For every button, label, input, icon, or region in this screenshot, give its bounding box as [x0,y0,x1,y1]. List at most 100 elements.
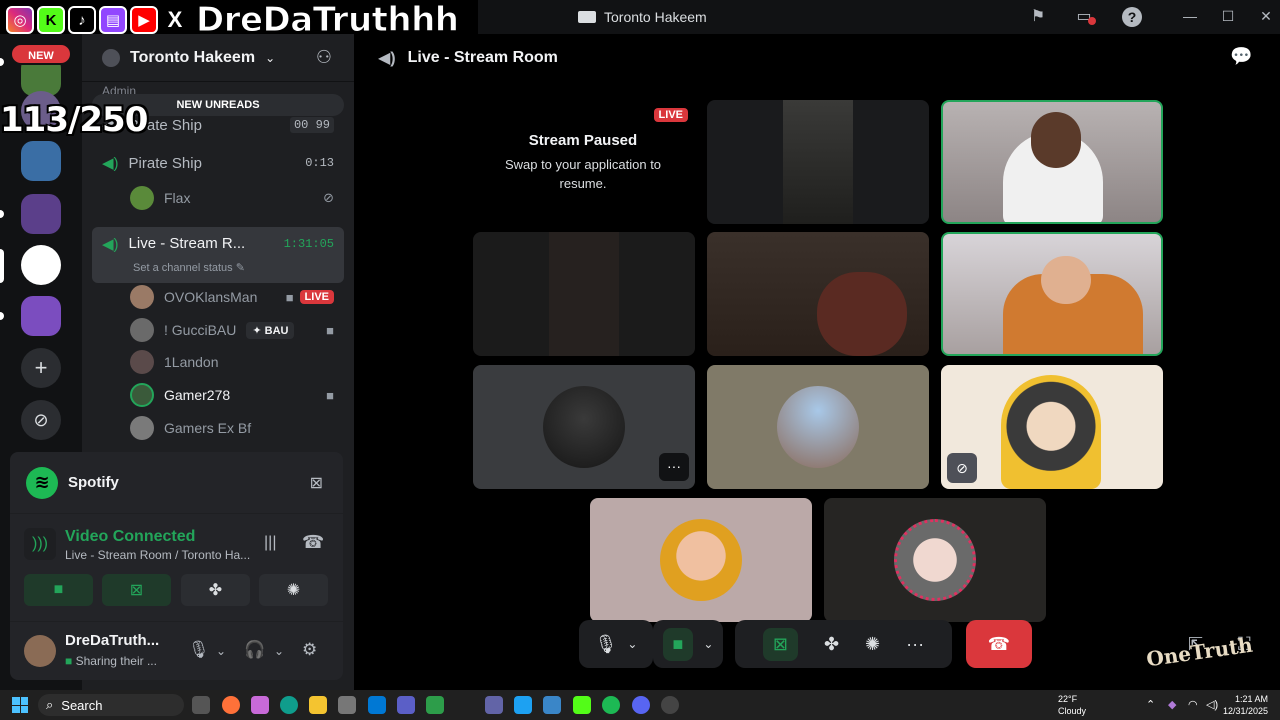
server-icon[interactable] [21,194,61,234]
video-tile[interactable] [941,100,1163,224]
teams-icon[interactable] [397,696,415,714]
app-icon[interactable] [338,696,356,714]
youtube-icon: ▶ [130,6,158,34]
activities-icon[interactable]: ✤ [824,634,839,655]
avatar-tile[interactable]: ··· [473,365,695,489]
add-server-icon[interactable]: + [21,348,61,388]
new-servers-pill[interactable]: NEW [10,43,72,65]
video-tile[interactable] [707,232,929,356]
server-icon[interactable] [21,141,61,181]
avatar [130,350,154,374]
channel-timer: 1:31:05 [283,237,334,251]
video-tile[interactable] [707,100,929,224]
copilot-icon[interactable] [251,696,269,714]
system-clock[interactable]: 1:21 AM 12/31/2025 [1223,693,1268,717]
voice-channel-live-stream-room[interactable]: ◀) Live - Stream R... 1:31:05 Set a chan… [92,227,344,283]
stream-paused-tile[interactable]: LIVE Stream Paused Swap to your applicat… [472,100,694,224]
wifi-icon[interactable]: ◠ [1188,698,1198,711]
member-gamer278[interactable]: Gamer278 ■ [130,380,344,410]
camera-button[interactable]: ■ [24,574,93,606]
headphones-icon[interactable]: 🎧 [244,640,265,660]
avatar-tile[interactable] [590,498,812,622]
start-icon[interactable] [12,697,28,713]
twitch-tray-icon[interactable]: ◆ [1168,698,1176,711]
activities-button[interactable]: ✤ [181,574,250,606]
tag-badge: ✦ BAU [246,321,295,339]
soundboard-icon[interactable]: ✺ [865,634,880,655]
minimize-button[interactable]: — [1178,6,1202,26]
flag-icon[interactable]: ⚑ [1028,7,1048,27]
screen-share-icon: ⊠ [129,582,144,599]
spotify-icon[interactable] [602,696,620,714]
outlook-icon[interactable] [368,696,386,714]
taskbar-search[interactable]: ⌕ Search [38,694,184,716]
avatar [130,186,154,210]
camera-icon: ■ [662,627,694,661]
video-tile[interactable] [941,232,1163,356]
more-options-button[interactable]: ··· [659,453,689,481]
weather-widget[interactable]: 22°F Cloudy [1058,693,1086,717]
video-feed [817,272,907,356]
avatar-tile[interactable] [824,498,1046,622]
microphone-icon[interactable]: 🎙 [188,640,210,660]
inbox-icon[interactable]: ▭ [1074,7,1096,27]
more-icon[interactable]: ··· [906,634,924,655]
screen-share-icon[interactable]: ⊠ [762,627,798,661]
task-view-icon[interactable] [192,696,210,714]
chevron-down-icon[interactable]: ⌄ [216,644,226,658]
disconnect-icon[interactable]: ☎ [302,532,324,553]
mic-control[interactable]: 🎙 ⌄ [579,620,653,668]
user-avatar[interactable] [24,635,56,667]
video-tile[interactable] [473,232,695,356]
app-icon[interactable] [485,696,503,714]
app-icon[interactable] [514,696,532,714]
avatar-tile[interactable] [707,365,929,489]
user-name[interactable]: DreDaTruth... [65,632,159,649]
chat-icon[interactable]: 💬 [1230,46,1254,70]
gear-icon[interactable]: ⚙ [302,640,317,660]
member-gamers-ex-bf[interactable]: Gamers Ex Bf [130,413,344,443]
invite-people-icon[interactable]: ⚇ [316,47,332,68]
discover-icon[interactable]: ⊘ [21,400,61,440]
activity-name: Spotify [68,474,119,491]
chevron-down-icon[interactable]: ⌄ [274,644,284,658]
video-icon: ■ [326,322,334,338]
help-icon[interactable]: ? [1122,7,1142,27]
obs-icon[interactable] [661,696,679,714]
screen-share-button[interactable]: ⊠ [102,574,171,606]
noise-suppression-icon[interactable]: ||| [264,534,276,552]
speaker-icon: ◀) [102,155,119,172]
avatar-tile[interactable]: ⊘ [941,365,1163,489]
voice-location[interactable]: Live - Stream Room / Toronto Ha... [65,548,255,562]
app-icon[interactable] [426,696,444,714]
server-icon[interactable] [21,296,61,336]
chevron-down-icon: ⌄ [265,50,276,65]
tray-chevron-icon[interactable]: ⌃ [1146,698,1155,711]
maximize-button[interactable]: ☐ [1216,6,1240,26]
close-button[interactable]: ✕ [1254,6,1278,26]
photos-icon[interactable] [543,696,561,714]
channel-status[interactable]: Set a channel status ✎ [133,261,245,274]
file-explorer-icon[interactable] [309,696,327,714]
hang-up-button[interactable]: ☎ [966,620,1032,668]
voice-status[interactable]: Video Connected [65,528,195,546]
member-flax[interactable]: Flax ⊘ [130,183,344,213]
edge-icon[interactable] [280,696,298,714]
soundboard-button[interactable]: ✺ [259,574,328,606]
activities-icon: ✤ [208,582,223,599]
kick-icon[interactable] [573,696,591,714]
signal-icon[interactable]: ))) [24,528,56,560]
server-icon[interactable] [21,245,61,285]
firefox-icon[interactable] [222,696,240,714]
video-icon: ■ [326,387,334,403]
member-guccibau[interactable]: ! GucciBAU ✦ BAU ■ [130,315,344,345]
discord-icon[interactable] [632,696,650,714]
voice-channel-pirate-ship-2[interactable]: ◀) Pirate Ship 0:13 [92,147,344,179]
camera-control[interactable]: ■ ⌄ [653,620,723,668]
member-ovoklansman[interactable]: OVOKlansMan ■ LIVE [130,282,344,312]
volume-icon[interactable]: ◁) [1206,698,1218,711]
discord-window: Toronto Hakeem ⚑ ▭ ? — ☐ ✕ ◎ K ♪ ▤ ▶ X D… [0,0,1280,690]
stop-share-icon[interactable]: ⊠ [310,473,323,493]
member-1landon[interactable]: 1Landon [130,347,344,377]
server-header[interactable]: Toronto Hakeem ⌄ ⚇ [82,34,354,82]
